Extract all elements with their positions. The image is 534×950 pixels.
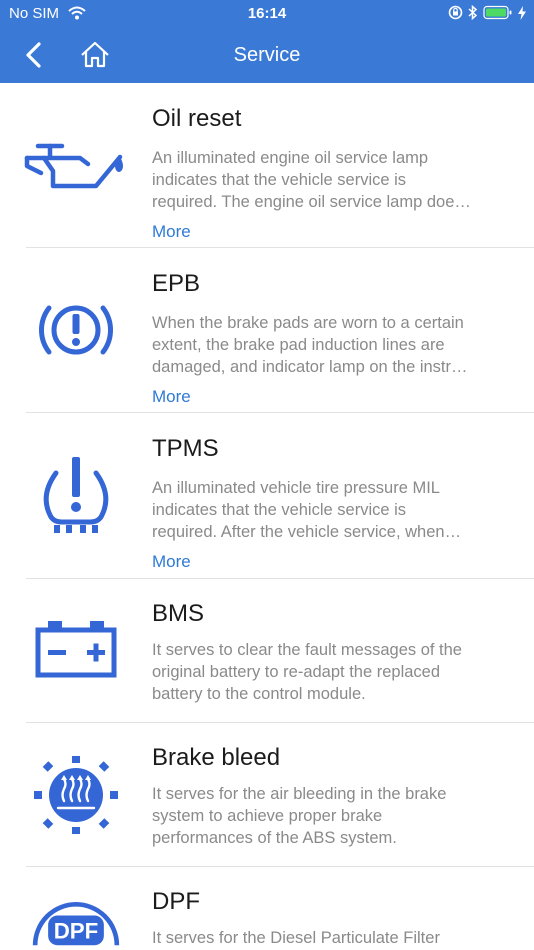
brake-bleed-icon bbox=[24, 755, 128, 835]
bluetooth-icon bbox=[468, 5, 478, 20]
dpf-icon: DPF bbox=[24, 897, 128, 947]
item-title: EPB bbox=[152, 270, 201, 297]
item-description: When the brake pads are worn to a certai… bbox=[152, 314, 468, 376]
tire-pressure-icon bbox=[24, 453, 128, 535]
svg-text:DPF: DPF bbox=[54, 919, 99, 944]
item-title: Oil reset bbox=[152, 105, 242, 132]
rotation-lock-icon bbox=[448, 5, 463, 20]
status-bar: No SIM 16:14 bbox=[0, 0, 534, 28]
item-description: It serves for the Diesel Particulate Fil… bbox=[152, 929, 440, 947]
item-description: It serves for the air bleeding in the br… bbox=[152, 785, 447, 847]
item-title: DPF bbox=[152, 888, 200, 915]
list-item-tpms[interactable]: TPMS An illuminated vehicle tire pressur… bbox=[0, 413, 534, 579]
list-item-oil-reset[interactable]: Oil reset An illuminated engine oil serv… bbox=[0, 83, 534, 248]
parking-brake-icon bbox=[24, 294, 128, 366]
item-description: An illuminated vehicle tire pressure MIL… bbox=[152, 479, 462, 541]
list-item-brake-bleed[interactable]: Brake bleed It serves for the air bleedi… bbox=[0, 723, 534, 867]
top-bar: No SIM 16:14 Service bbox=[0, 0, 534, 83]
battery-status-icon bbox=[483, 5, 512, 20]
item-description: It serves to clear the fault messages of… bbox=[152, 641, 462, 703]
battery-icon bbox=[24, 617, 128, 679]
list-item-dpf[interactable]: DPF DPF It serves for the Diesel Particu… bbox=[0, 867, 534, 950]
page-title: Service bbox=[233, 44, 301, 66]
more-link[interactable]: More bbox=[152, 552, 191, 572]
nav-bar: Service bbox=[0, 28, 534, 83]
more-link[interactable]: More bbox=[152, 222, 191, 242]
list-item-bms[interactable]: BMS It serves to clear the fault message… bbox=[0, 579, 534, 723]
item-description: An illuminated engine oil service lamp i… bbox=[152, 149, 471, 211]
status-indicators bbox=[448, 5, 526, 20]
list-item-epb[interactable]: EPB When the brake pads are worn to a ce… bbox=[0, 248, 534, 413]
charging-icon bbox=[518, 5, 526, 20]
item-title: TPMS bbox=[152, 435, 219, 462]
service-list: Oil reset An illuminated engine oil serv… bbox=[0, 83, 534, 950]
more-link[interactable]: More bbox=[152, 387, 191, 407]
item-title: Brake bleed bbox=[152, 744, 281, 771]
oil-can-icon bbox=[24, 133, 128, 195]
item-title: BMS bbox=[152, 600, 205, 627]
